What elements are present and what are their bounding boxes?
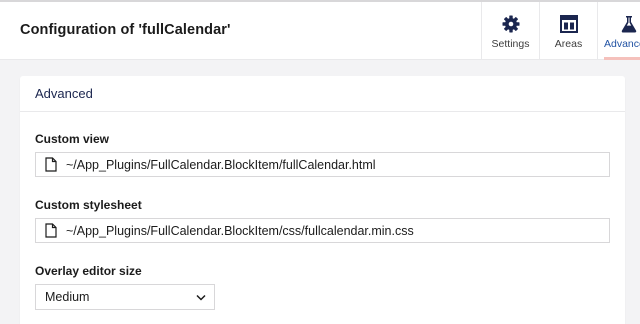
tab-areas[interactable]: Areas [539,2,597,60]
chevron-down-icon [196,294,206,301]
custom-stylesheet-field[interactable]: ~/App_Plugins/FullCalendar.BlockItem/css… [35,218,610,243]
panel-title: Advanced [20,76,625,112]
file-icon [45,157,57,172]
tab-settings[interactable]: Settings [481,2,539,60]
flask-icon [621,16,637,33]
page-title: Configuration of 'fullCalendar' [20,22,231,38]
file-icon [45,223,57,238]
editor-header: Configuration of 'fullCalendar' Settings [0,2,640,60]
tab-areas-label: Areas [554,38,583,50]
custom-view-label: Custom view [35,132,110,146]
layout-icon [559,15,578,33]
overlay-editor-size-value: Medium [45,290,90,304]
gear-icon [502,15,519,33]
tab-advanced[interactable]: Advance [597,2,640,60]
advanced-panel: Advanced Custom view ~/App_Plugins/FullC… [20,76,625,324]
custom-view-value: ~/App_Plugins/FullCalendar.BlockItem/ful… [66,157,376,172]
custom-view-field[interactable]: ~/App_Plugins/FullCalendar.BlockItem/ful… [35,152,610,177]
tab-advanced-label: Advance [604,38,640,50]
custom-stylesheet-label: Custom stylesheet [35,198,142,212]
overlay-editor-size-select[interactable]: Medium [35,284,215,310]
tab-settings-label: Settings [491,38,530,50]
editor-tabs: Settings Areas Advance [481,2,640,60]
custom-stylesheet-value: ~/App_Plugins/FullCalendar.BlockItem/css… [66,223,414,238]
overlay-editor-size-label: Overlay editor size [35,264,142,278]
